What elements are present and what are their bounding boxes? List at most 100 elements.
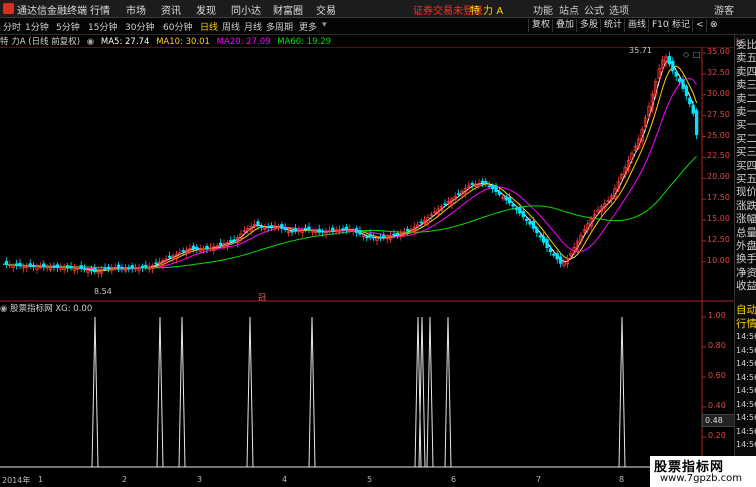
candle-body (154, 262, 158, 265)
menu-wealth-circle[interactable]: 财富圈 (273, 2, 303, 17)
candle-body (545, 239, 549, 249)
period-5min[interactable]: 5分钟 (56, 20, 80, 33)
expand-icon[interactable]: ◇ (683, 50, 690, 59)
price-axis-ticks (702, 52, 706, 263)
time-month-6: 6 (451, 475, 457, 484)
menu-trade[interactable]: 交易 (316, 2, 336, 17)
period-15min[interactable]: 15分钟 (88, 20, 117, 33)
panel-row[interactable]: 总量 (736, 226, 756, 240)
menu-market[interactable]: 市场 (126, 2, 146, 17)
overlay-button[interactable]: 叠加 (552, 19, 577, 32)
panel-row[interactable]: 收益 (736, 279, 756, 293)
panel-row[interactable]: 委比 (736, 38, 756, 52)
candle-body (120, 267, 124, 269)
price-label: 27.50 (707, 109, 730, 119)
panel-tick-row[interactable]: 14:56 (736, 344, 756, 358)
settings-icon[interactable]: ◉ (87, 37, 94, 47)
candle-body (392, 233, 396, 236)
panel-row[interactable]: 涨幅 (736, 212, 756, 226)
panel-row[interactable]: 买二 (736, 132, 756, 146)
panel-tick-row[interactable]: 14:56 (736, 384, 756, 398)
period-timeshare[interactable]: 分时 (3, 20, 21, 33)
panel-row[interactable]: 买五 (736, 172, 756, 186)
adjust-button[interactable]: 复权 (528, 19, 553, 32)
candle-body (405, 228, 410, 232)
candle-body (52, 265, 56, 268)
close-icon[interactable]: ⊗ (706, 19, 721, 32)
formula-button[interactable]: 公式 (584, 2, 604, 17)
panel-row[interactable]: 外盘 (736, 239, 756, 253)
multi-stock-button[interactable]: 多股 (576, 19, 601, 32)
candle-body (283, 227, 287, 231)
panel-row[interactable]: 涨跌 (736, 199, 756, 213)
panel-row[interactable]: 买四 (736, 159, 756, 173)
time-month-7: 7 (536, 475, 542, 484)
panel-row[interactable]: 卖四 (736, 65, 756, 79)
candle-body (511, 204, 515, 207)
ma-line (2, 77, 697, 271)
mark-button[interactable]: 标记 (668, 19, 693, 32)
period-multi[interactable]: 多周期 (266, 20, 293, 33)
function-button[interactable]: 功能 (533, 2, 553, 17)
kline-chart[interactable]: ◇ □ (0, 47, 734, 474)
panel-row[interactable]: 现价 (736, 185, 756, 199)
panel-tick-row[interactable]: 14:56 (736, 411, 756, 425)
candle-body (55, 264, 60, 268)
panel-row[interactable]: 换手 (736, 252, 756, 266)
panel-row[interactable]: 卖三 (736, 78, 756, 92)
site-button[interactable]: 站点 (559, 2, 579, 17)
panel-tick-row[interactable]: 自动 (736, 303, 756, 317)
back-button[interactable]: < (692, 19, 707, 32)
ma-line (2, 59, 698, 272)
panel-row[interactable]: 买三 (736, 145, 756, 159)
period-1min[interactable]: 1分钟 (25, 20, 49, 33)
panel-tick-row[interactable]: 行情 (736, 317, 756, 331)
panel-tick-row[interactable]: 14:56 (736, 357, 756, 371)
indicator-header: ◉ 股票指标网 XG: 0.00 (0, 302, 92, 314)
candle-body (79, 265, 83, 270)
menu-news[interactable]: 资讯 (161, 2, 181, 17)
panel-tick-row[interactable]: 14:56 (736, 438, 756, 452)
period-more[interactable]: 更多 (299, 20, 317, 33)
period-monthly[interactable]: 月线 (244, 20, 262, 33)
period-weekly[interactable]: 周线 (222, 20, 240, 33)
period-30min[interactable]: 30分钟 (125, 20, 154, 33)
candle-body (378, 237, 383, 239)
quote-side-panel[interactable]: L 委比 卖五 卖四 卖三 卖二 卖一 买一 买二 买三 买四 买五 现价 涨跌 涨幅 总量 外盘 换手 净资 收益… (734, 35, 756, 487)
panel-tick-row[interactable]: 14:56 (736, 371, 756, 385)
signal-spike (426, 316, 434, 468)
ex-rights-marker[interactable]: 冠 (258, 292, 266, 303)
menu-quotes[interactable]: 行情 (90, 2, 110, 17)
candle-body (69, 266, 73, 269)
period-60min[interactable]: 60分钟 (163, 20, 192, 33)
menu-tongxiaoda[interactable]: 同小达 (231, 2, 261, 17)
panel-row[interactable]: 净资 (736, 266, 756, 280)
candle-body (89, 269, 94, 272)
candle-body (528, 221, 532, 225)
chevron-down-icon[interactable]: ▾ (322, 20, 327, 30)
candle-body (303, 227, 308, 230)
panel-tick-row[interactable]: 14:56 (736, 398, 756, 412)
candle-body (181, 250, 185, 252)
candle-body (419, 221, 423, 224)
panel-tick-row[interactable]: 14:56 (736, 330, 756, 344)
cursor-value-box: 0.48 (702, 414, 736, 427)
statistics-button[interactable]: 统计 (600, 19, 625, 32)
candle-body (18, 262, 22, 267)
candle-body (365, 236, 369, 239)
panel-row[interactable]: 卖五 (736, 51, 756, 65)
menu-discover[interactable]: 发现 (196, 2, 216, 17)
panel-tick-row[interactable]: 14:56 (736, 425, 756, 439)
options-button[interactable]: 选项 (609, 2, 629, 17)
candle-body (358, 230, 362, 235)
panel-row[interactable]: 卖二 (736, 92, 756, 106)
config-icon[interactable]: □ (693, 50, 701, 59)
panel-row[interactable]: 买一 (736, 118, 756, 132)
candle-body (127, 267, 131, 270)
period-daily[interactable]: 日线 (200, 20, 218, 33)
guest-button[interactable]: 游客 (714, 2, 734, 17)
draw-line-button[interactable]: 画线 (624, 19, 649, 32)
indicator-settings-icon[interactable]: ◉ (0, 304, 7, 314)
candle-body (395, 232, 400, 235)
panel-row[interactable]: 卖一 (736, 105, 756, 119)
